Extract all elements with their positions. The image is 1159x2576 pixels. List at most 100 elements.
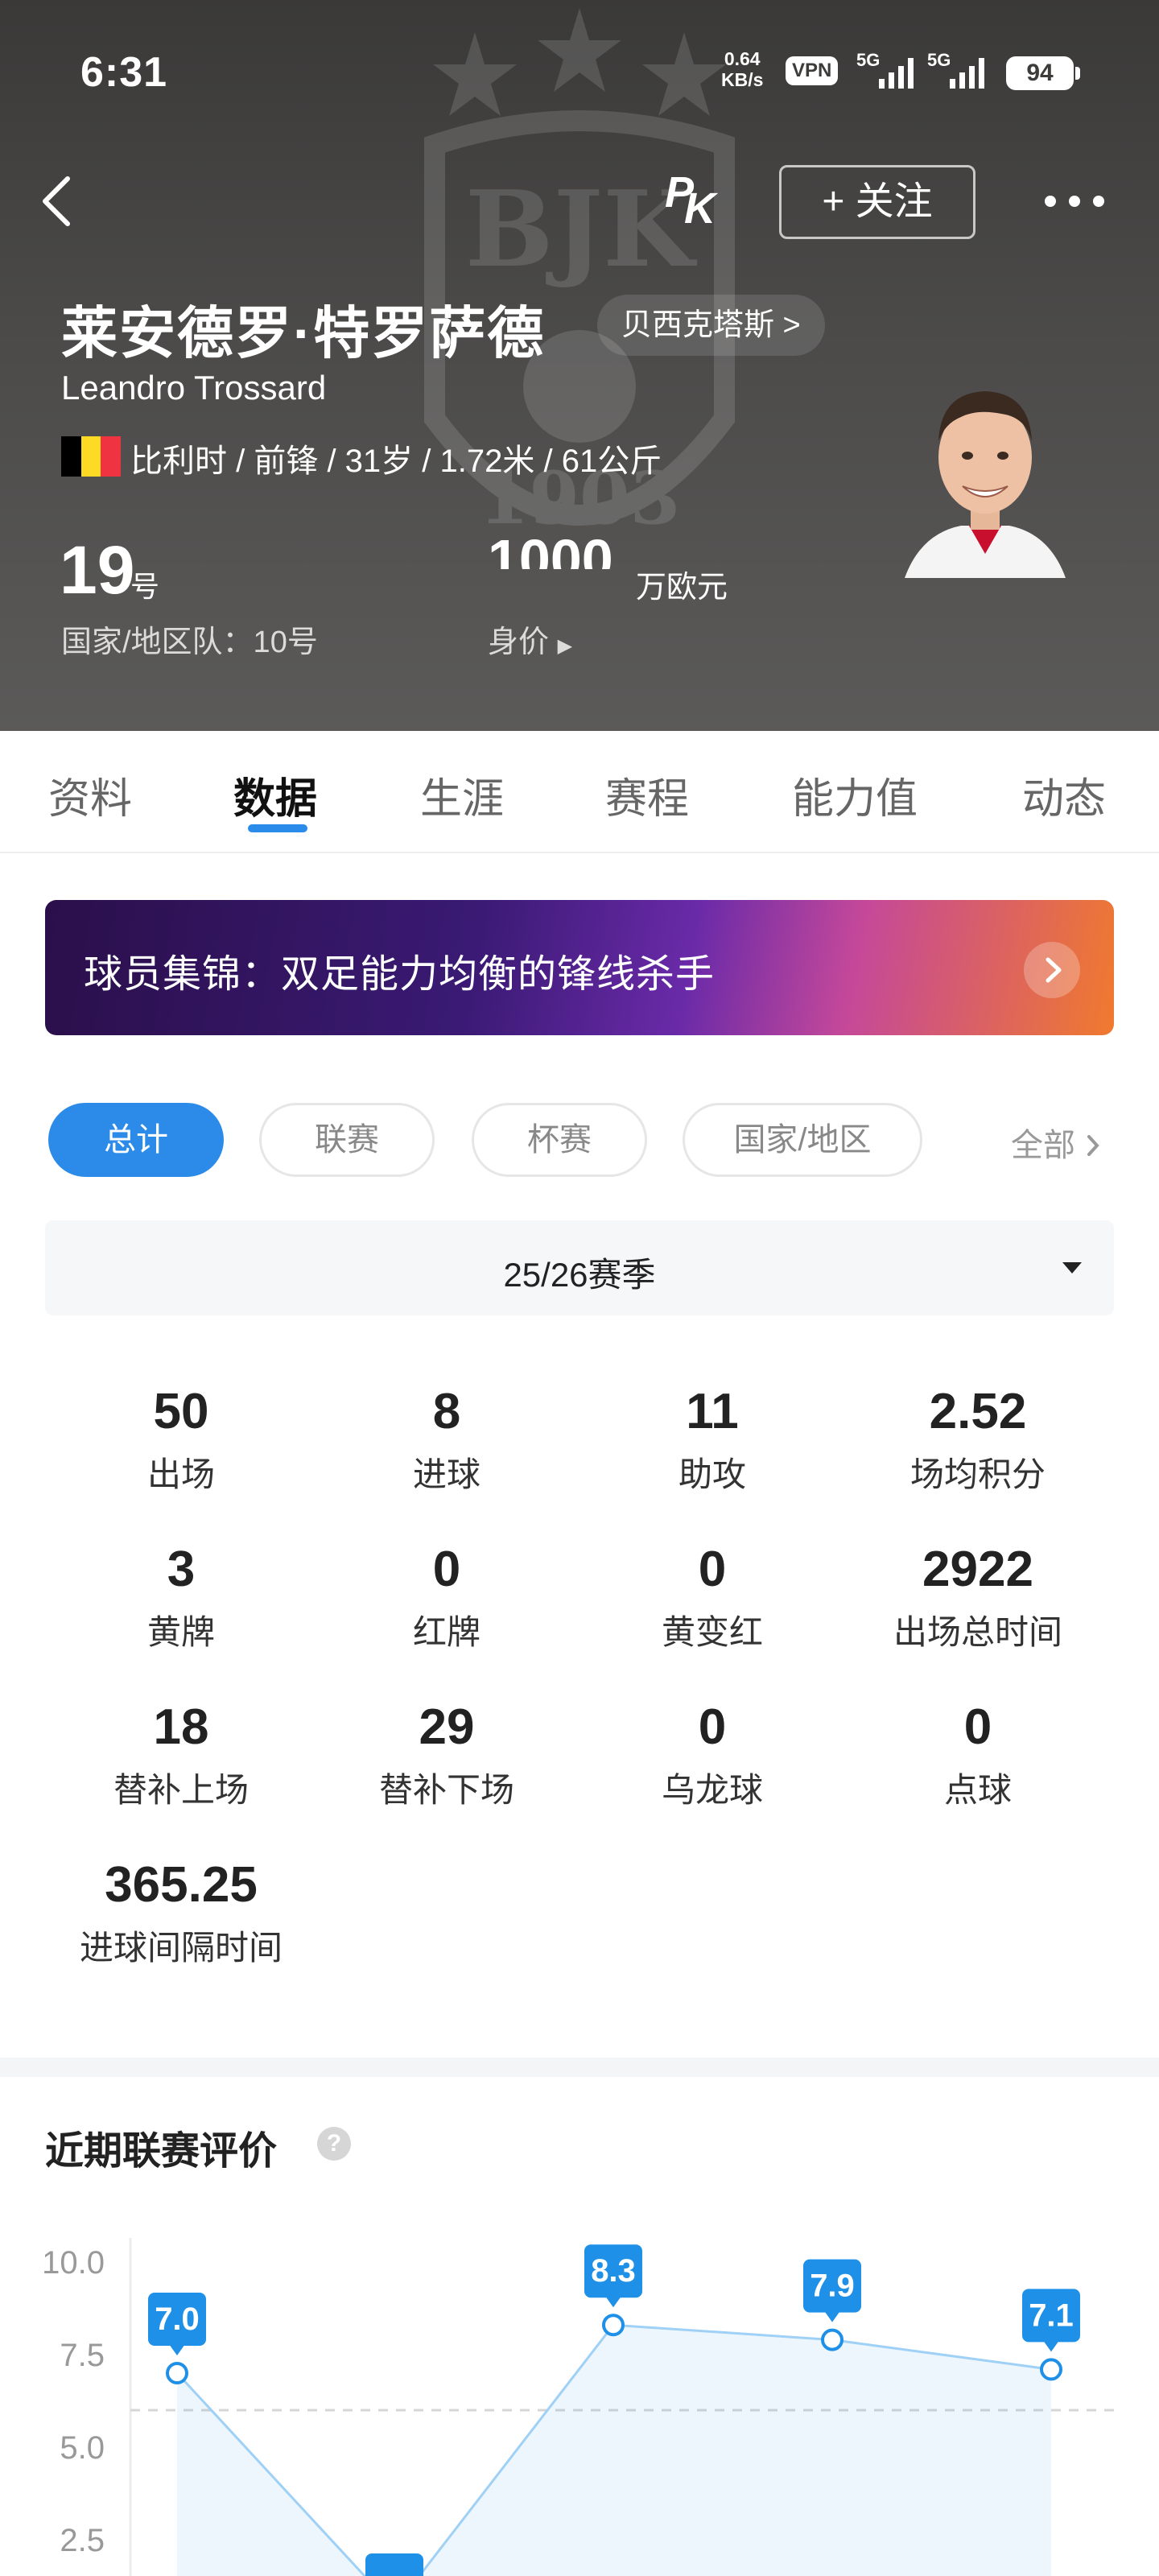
follow-button[interactable]: + 关注 <box>779 165 975 239</box>
caret-right-icon: ▶ <box>557 635 573 657</box>
svg-text:K: K <box>684 184 719 229</box>
highlights-banner[interactable]: 球员集锦：双足能力均衡的锋线杀手 <box>45 900 1114 1035</box>
player-photo <box>905 391 1066 578</box>
rating-label-pointer <box>1043 2340 1059 2352</box>
chevron-right-icon <box>1024 942 1080 998</box>
stat-label: 场均积分 <box>909 1455 1046 1493</box>
shirt-number-suffix: 号 <box>130 570 160 603</box>
stat-value: 3 <box>167 1542 196 1597</box>
stat-sub-off: 29 替补下场 <box>314 1697 580 1812</box>
filter-all-label: 全部 <box>1011 1128 1075 1163</box>
stat-value: 29 <box>419 1699 475 1755</box>
player-name-chinese: 莱安德罗·特罗萨德 <box>61 302 546 365</box>
stat-assists: 11 助攻 <box>580 1381 845 1496</box>
stat-yellow-cards: 3 黄牌 <box>48 1539 314 1654</box>
stat-value: 0 <box>698 1542 727 1597</box>
stat-label: 红牌 <box>412 1613 481 1651</box>
chevron-right-icon <box>1087 1135 1099 1156</box>
rating-point <box>1040 2358 1062 2381</box>
stat-label: 替补上场 <box>113 1771 249 1809</box>
rating-data-label: 7.9 <box>810 2268 855 2304</box>
stat-minutes-played: 2922 出场总时间 <box>845 1539 1111 1654</box>
stat-red-cards: 0 红牌 <box>314 1539 580 1654</box>
app-logo-icon: P K <box>665 168 719 229</box>
flag-stripe-yellow <box>80 436 101 477</box>
player-name-english: Leandro Trossard <box>61 369 327 407</box>
tab-ability[interactable]: 能力值 <box>792 765 918 825</box>
y-tick-label: 2.5 <box>60 2523 105 2558</box>
y-tick-label: 5.0 <box>60 2430 105 2466</box>
stat-value: 2922 <box>922 1542 1033 1597</box>
stat-label: 出场 <box>146 1455 215 1493</box>
y-tick-label: 10.0 <box>42 2245 105 2281</box>
stat-value: 0 <box>432 1542 461 1597</box>
stat-minutes-per-goal: 365.25 进球间隔时间 <box>48 1855 314 1970</box>
market-value-label: 身价 <box>488 625 550 659</box>
stat-value: 0 <box>698 1699 727 1755</box>
filter-league[interactable]: 联赛 <box>259 1103 435 1177</box>
network-speed-unit: KB/s <box>721 69 764 90</box>
tab-stats[interactable]: 数据 <box>233 765 317 825</box>
rating-data-label: 8.3 <box>591 2253 636 2289</box>
tab-career[interactable]: 生涯 <box>420 765 504 825</box>
rating-area <box>177 2325 1051 2576</box>
network-speed-value: 0.64 <box>724 48 761 69</box>
tab-news[interactable]: 动态 <box>1022 765 1106 825</box>
svg-text:5G: 5G <box>856 50 880 70</box>
filter-all-link[interactable]: 全部 <box>1011 1119 1102 1166</box>
tab-bar: 资料 数据 生涯 赛程 能力值 动态 <box>0 731 1159 853</box>
stat-value: 11 <box>686 1384 739 1439</box>
season-selector[interactable]: 25/26赛季 <box>45 1220 1114 1315</box>
rating-point <box>166 2362 188 2384</box>
stat-label: 黄变红 <box>661 1613 763 1651</box>
banner-text: 球员集锦：双足能力均衡的锋线杀手 <box>84 953 716 996</box>
ratings-line-chart: 2.5 5.0 7.5 10.0 7.0 8.3 7.9 7.1 <box>42 2238 1119 2576</box>
rating-label-bubble <box>365 2553 423 2576</box>
team-link[interactable]: 贝西克塔斯 > <box>597 295 825 356</box>
active-tab-indicator <box>248 824 307 832</box>
market-value: 1000 <box>488 528 613 569</box>
svg-text:5G: 5G <box>927 50 951 70</box>
caret-down-icon <box>1062 1262 1082 1274</box>
rating-label-pointer <box>824 2310 840 2322</box>
stat-label: 出场总时间 <box>893 1613 1062 1651</box>
stat-own-goals: 0 乌龙球 <box>580 1697 845 1812</box>
filter-total[interactable]: 总计 <box>48 1103 224 1177</box>
stat-second-yellow: 0 黄变红 <box>580 1539 845 1654</box>
tab-profile[interactable]: 资料 <box>48 765 132 825</box>
market-value-unit: 万欧元 <box>636 571 728 605</box>
stat-penalties: 0 点球 <box>845 1697 1111 1812</box>
rating-data-label: 7.1 <box>1029 2297 1074 2333</box>
rating-label-pointer <box>605 2296 621 2308</box>
status-bar: 6:31 0.64 KB/s VPN 5G 5G 94 <box>0 0 1159 145</box>
stat-value: 2.52 <box>929 1384 1027 1439</box>
stat-value: 8 <box>432 1384 461 1439</box>
section-divider <box>0 2058 1159 2077</box>
help-icon[interactable]: ? <box>317 2127 351 2161</box>
stat-label: 进球 <box>412 1455 481 1493</box>
stat-points-per-game: 2.52 场均积分 <box>845 1381 1111 1496</box>
stat-label: 乌龙球 <box>661 1771 763 1809</box>
shirt-number: 19 <box>60 532 135 608</box>
filter-cup[interactable]: 杯赛 <box>472 1103 647 1177</box>
signal-5g-icon: 5G <box>856 50 914 89</box>
more-options-icon[interactable] <box>1038 177 1111 225</box>
player-header: BJK 1903 6:31 0.64 KB/s VPN 5G 5G 94 P K… <box>0 0 1159 731</box>
stat-label: 点球 <box>943 1771 1012 1809</box>
network-speed: 0.64 KB/s <box>721 48 763 90</box>
tab-schedule[interactable]: 赛程 <box>605 765 689 825</box>
stat-value: 365.25 <box>105 1857 258 1913</box>
back-button[interactable] <box>32 169 80 233</box>
stat-appearances: 50 出场 <box>48 1381 314 1496</box>
stat-label: 黄牌 <box>146 1613 215 1651</box>
ratings-section-title: 近期联赛评价 <box>45 2130 278 2173</box>
stat-label: 进球间隔时间 <box>79 1929 283 1967</box>
y-tick-label: 7.5 <box>60 2338 105 2373</box>
filter-national[interactable]: 国家/地区 <box>683 1103 922 1177</box>
stat-value: 18 <box>153 1699 209 1755</box>
national-team-number: 国家/地区队：10号 <box>61 625 318 659</box>
rating-label-pointer <box>169 2344 185 2355</box>
market-value-link[interactable]: 身价 ▶ <box>488 617 572 661</box>
player-bio: 比利时 / 前锋 / 31岁 / 1.72米 / 61公斤 <box>130 444 662 479</box>
flag-stripe-red <box>101 436 122 477</box>
